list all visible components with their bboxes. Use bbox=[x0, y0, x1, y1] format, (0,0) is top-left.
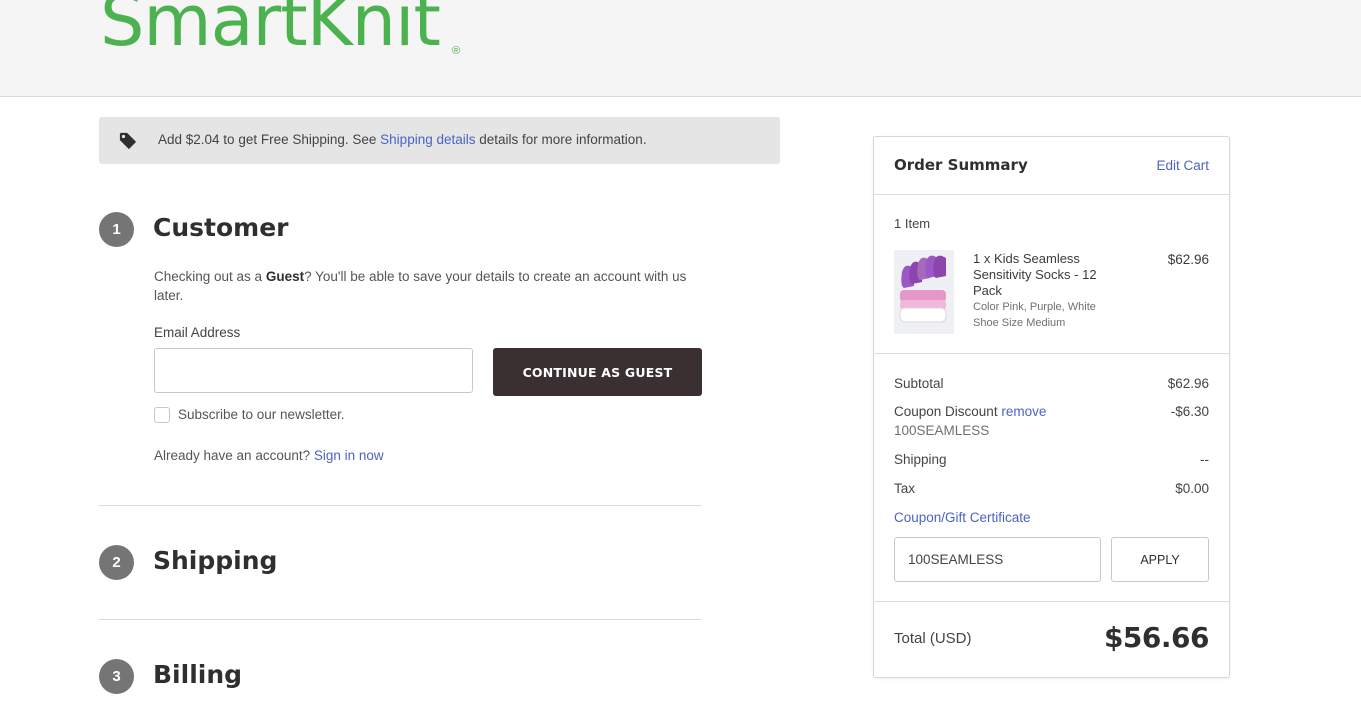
newsletter-label[interactable]: Subscribe to our newsletter. bbox=[178, 407, 345, 422]
site-header: SmartKnit ® bbox=[0, 0, 1361, 97]
free-shipping-banner: Add $2.04 to get Free Shipping. See Ship… bbox=[99, 117, 780, 164]
step-number-billing: 3 bbox=[99, 659, 134, 694]
product-image bbox=[894, 250, 954, 334]
product-option-size: Shoe Size Medium bbox=[973, 317, 1066, 329]
edit-cart-link[interactable]: Edit Cart bbox=[1156, 158, 1209, 173]
shipping-label: Shipping bbox=[894, 452, 947, 467]
subtotal-value: $62.96 bbox=[1167, 376, 1209, 391]
tax-value: $0.00 bbox=[1175, 481, 1209, 496]
order-summary-panel: Order Summary Edit Cart 1 Item 1 x Kids … bbox=[873, 136, 1230, 678]
email-label: Email Address bbox=[154, 325, 241, 340]
banner-suffix: details for more information. bbox=[475, 132, 647, 147]
apply-coupon-button[interactable]: APPLY bbox=[1111, 537, 1209, 582]
coupon-remove-link[interactable]: remove bbox=[1001, 404, 1046, 419]
total-value: $56.66 bbox=[1103, 621, 1210, 654]
section-divider bbox=[99, 619, 702, 620]
applied-coupon-code: 100SEAMLESS bbox=[894, 423, 990, 438]
sign-in-prompt: Already have an account? Sign in now bbox=[154, 448, 384, 463]
email-field[interactable] bbox=[154, 348, 473, 393]
banner-message: Add $2.04 to get Free Shipping. See Ship… bbox=[158, 132, 647, 147]
coupon-discount-label: Coupon Discount remove bbox=[894, 404, 1046, 419]
summary-divider bbox=[874, 601, 1229, 602]
coupon-gift-certificate-link[interactable]: Coupon/Gift Certificate bbox=[894, 510, 1031, 525]
item-count: 1 Item bbox=[894, 216, 931, 231]
coupon-code-input[interactable] bbox=[894, 537, 1101, 582]
tax-label: Tax bbox=[894, 481, 916, 496]
guest-bold: Guest bbox=[265, 269, 305, 284]
section-divider bbox=[99, 505, 702, 506]
product-name: 1 x Kids Seamless Sensitivity Socks - 12… bbox=[973, 251, 1097, 298]
summary-divider bbox=[874, 194, 1229, 195]
continue-as-guest-button[interactable]: CONTINUE AS GUEST bbox=[493, 348, 702, 396]
tag-icon bbox=[119, 132, 137, 150]
summary-divider bbox=[874, 353, 1229, 354]
step-title-billing[interactable]: Billing bbox=[153, 660, 242, 689]
coupon-label-text: Coupon Discount bbox=[894, 404, 1002, 419]
step-title-shipping[interactable]: Shipping bbox=[153, 546, 277, 575]
product-option-color: Color Pink, Purple, White bbox=[973, 301, 1096, 313]
guest-prefix: Checking out as a bbox=[154, 269, 266, 284]
smartknit-logo[interactable]: SmartKnit bbox=[100, 0, 441, 56]
registered-mark: ® bbox=[452, 45, 461, 57]
newsletter-checkbox[interactable] bbox=[154, 407, 170, 423]
socks-image bbox=[894, 250, 954, 334]
shipping-details-link[interactable]: Shipping details bbox=[380, 132, 475, 147]
step-number-customer: 1 bbox=[99, 212, 134, 247]
shipping-value: -- bbox=[1200, 452, 1209, 467]
signin-prefix: Already have an account? bbox=[154, 448, 314, 463]
subtotal-label: Subtotal bbox=[894, 376, 944, 391]
sign-in-link[interactable]: Sign in now bbox=[314, 448, 384, 463]
order-summary-title: Order Summary bbox=[894, 156, 1028, 174]
step-title-customer: Customer bbox=[153, 213, 289, 242]
product-price: $62.96 bbox=[1167, 252, 1209, 267]
coupon-discount-value: -$6.30 bbox=[1170, 404, 1209, 419]
banner-prefix: Add $2.04 to get Free Shipping. See bbox=[158, 132, 381, 147]
total-label: Total (USD) bbox=[894, 630, 972, 647]
step-number-shipping: 2 bbox=[99, 545, 134, 580]
guest-checkout-message: Checking out as a Guest? You'll be able … bbox=[154, 267, 699, 305]
